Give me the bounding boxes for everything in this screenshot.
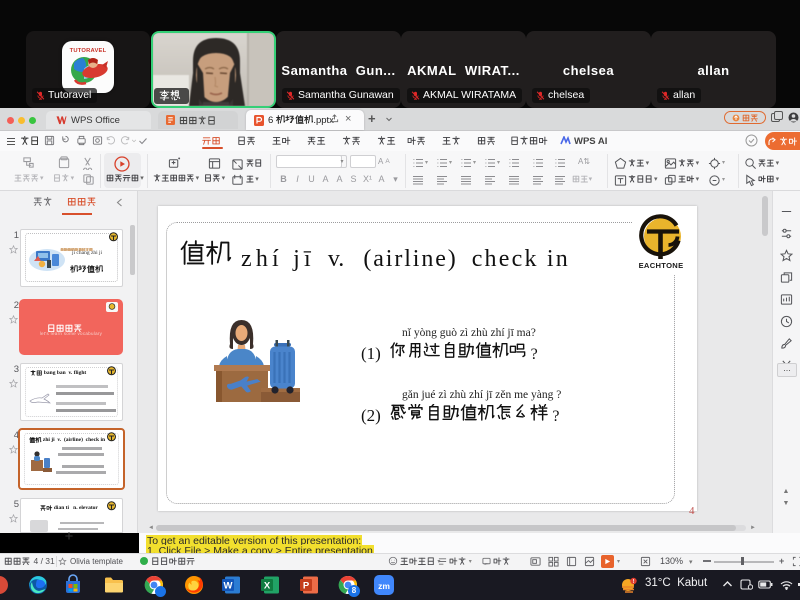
svg-text:TUTORAVEL: TUTORAVEL xyxy=(70,48,107,54)
svg-text:X: X xyxy=(264,581,271,592)
svg-text:P: P xyxy=(303,581,310,592)
svg-text:!: ! xyxy=(633,579,635,585)
svg-text:EACHTONE: EACHTONE xyxy=(639,261,684,270)
svg-text:W: W xyxy=(224,581,233,592)
svg-text:zm: zm xyxy=(378,581,390,591)
